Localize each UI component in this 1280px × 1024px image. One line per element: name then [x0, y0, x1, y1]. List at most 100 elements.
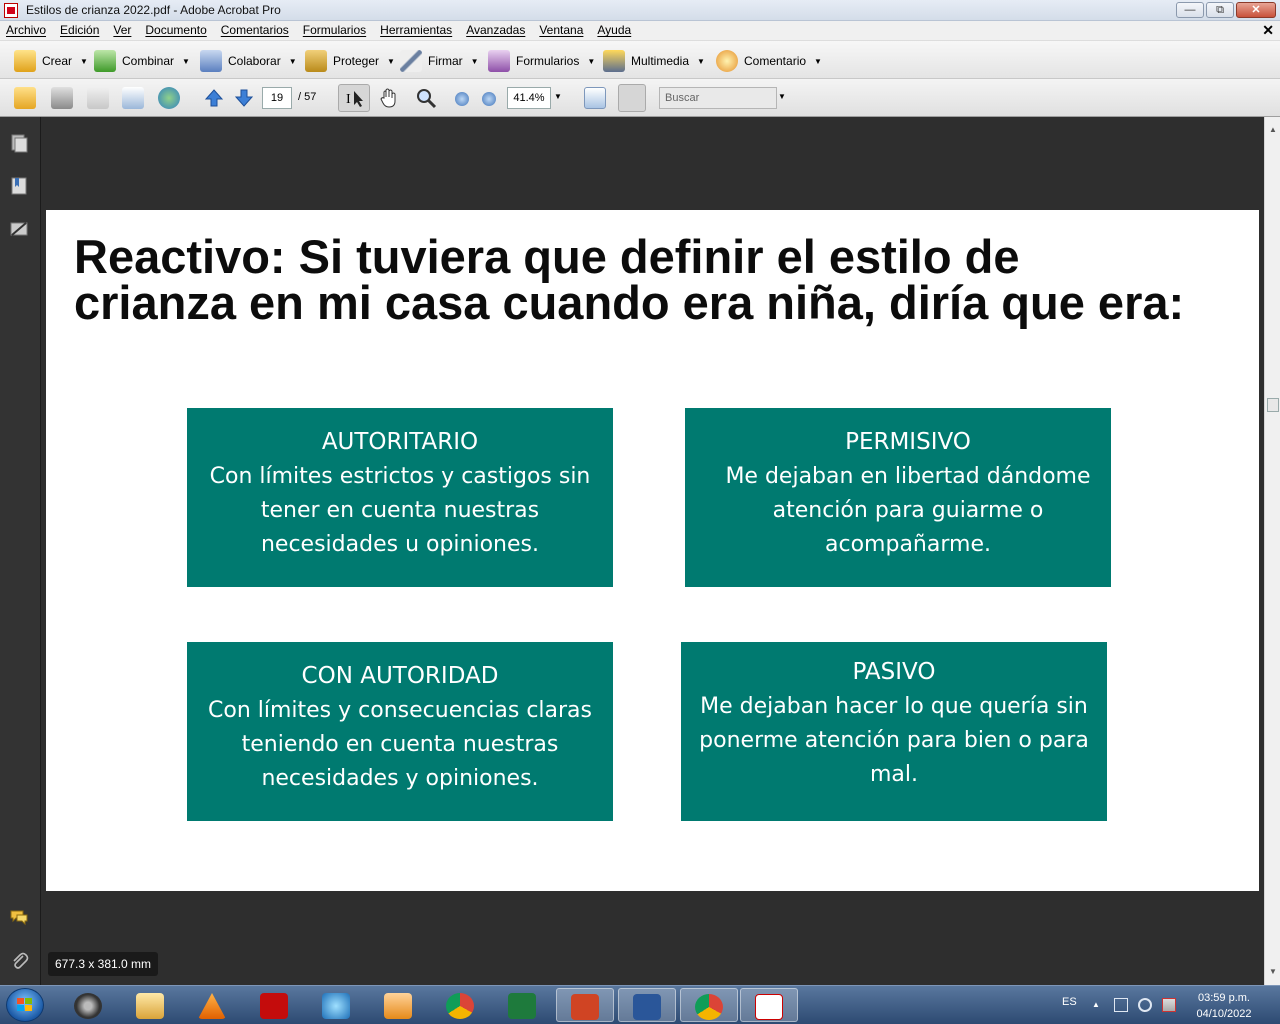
- bookmarks-icon[interactable]: [9, 176, 29, 196]
- crear-button[interactable]: Crear ▼: [14, 50, 88, 72]
- fit-page-icon[interactable]: [618, 84, 646, 112]
- open-folder-icon[interactable]: [14, 87, 36, 109]
- taskbar-app-burner[interactable]: [60, 988, 118, 1022]
- card-title: CON AUTORIDAD: [301, 663, 499, 689]
- zoom-out-icon[interactable]: [455, 92, 469, 106]
- excel-icon: [508, 993, 536, 1019]
- video-player-icon: [384, 993, 412, 1019]
- colaborar-button[interactable]: Colaborar ▼: [200, 50, 297, 72]
- email-icon[interactable]: [122, 87, 144, 109]
- card-description: Me dejaban hacer lo que quería sin poner…: [699, 694, 1089, 787]
- vertical-scrollbar[interactable]: ▲ ▼: [1264, 117, 1280, 985]
- adobe-reader-icon: [260, 993, 288, 1019]
- taskbar-app-explorer[interactable]: [122, 988, 180, 1022]
- web-capture-icon[interactable]: [158, 87, 180, 109]
- pen-sign-icon: [400, 50, 422, 72]
- signatures-icon[interactable]: [9, 219, 29, 239]
- comments-icon[interactable]: [9, 907, 29, 927]
- taskbar-app-word[interactable]: [618, 988, 676, 1022]
- zoom-marquee-icon[interactable]: [415, 87, 437, 109]
- navigation-panel: [0, 117, 41, 985]
- folder-icon: [136, 993, 164, 1019]
- print-icon[interactable]: [51, 87, 73, 109]
- firmar-label: Firmar: [428, 54, 463, 68]
- taskbar-app-chrome-windows[interactable]: [680, 988, 738, 1022]
- zoom-dropdown-icon[interactable]: ▼: [554, 92, 562, 101]
- restore-button[interactable]: ⧉: [1206, 2, 1234, 18]
- comment-icon: [716, 50, 738, 72]
- menu-comentarios[interactable]: Comentarios: [221, 23, 289, 37]
- menu-bar: Archivo Edición Ver Documento Comentario…: [0, 21, 1280, 41]
- option-card-permisivo: PERMISIVO Me dejaban en libertad dándome…: [685, 408, 1111, 587]
- menu-documento[interactable]: Documento: [145, 23, 206, 37]
- firmar-button[interactable]: Firmar ▼: [400, 50, 479, 72]
- menu-avanzadas[interactable]: Avanzadas: [466, 23, 525, 37]
- hand-tool-icon[interactable]: [378, 87, 400, 109]
- chrome-icon: [446, 993, 474, 1019]
- action-center-icon[interactable]: [1162, 998, 1176, 1012]
- taskbar-app-vlc[interactable]: [184, 988, 242, 1022]
- volume-icon[interactable]: [1138, 998, 1152, 1012]
- colaborar-label: Colaborar: [228, 54, 281, 68]
- show-hidden-icons-icon[interactable]: ▲: [1092, 998, 1106, 1012]
- powerpoint-icon: [571, 994, 599, 1020]
- close-icon: ✕: [1251, 4, 1261, 16]
- dropdown-arrow-icon: ▼: [470, 56, 479, 66]
- page-thumbnails-icon[interactable]: [9, 133, 29, 153]
- menu-herramientas[interactable]: Herramientas: [380, 23, 452, 37]
- proteger-button[interactable]: Proteger ▼: [305, 50, 395, 72]
- attachments-icon[interactable]: [9, 950, 29, 970]
- formularios-button[interactable]: Formularios ▼: [488, 50, 595, 72]
- pdf-page: Reactivo: Si tuviera que definir el esti…: [46, 210, 1259, 891]
- select-tool-icon[interactable]: I: [338, 84, 370, 112]
- taskbar-app-acrobat-reader[interactable]: [246, 988, 304, 1022]
- taskbar-app-media[interactable]: [308, 988, 366, 1022]
- zoom-level-input[interactable]: 41.4%: [507, 87, 551, 109]
- scroll-down-icon[interactable]: ▼: [1267, 967, 1279, 981]
- previous-page-icon[interactable]: [203, 87, 225, 109]
- scroll-thumb[interactable]: [1267, 398, 1279, 412]
- dropdown-arrow-icon: ▼: [288, 56, 297, 66]
- next-page-icon[interactable]: [233, 87, 255, 109]
- svg-text:I: I: [346, 92, 351, 107]
- combinar-button[interactable]: Combinar ▼: [94, 50, 190, 72]
- zoom-in-icon[interactable]: [482, 92, 496, 106]
- minimize-button[interactable]: —: [1176, 2, 1204, 18]
- system-clock[interactable]: 03:59 p.m. 04/10/2022: [1187, 990, 1261, 1022]
- save-icon[interactable]: [87, 87, 109, 109]
- taskbar-app-video[interactable]: [370, 988, 428, 1022]
- taskbar-app-excel[interactable]: [494, 988, 552, 1022]
- network-icon[interactable]: [1114, 998, 1128, 1012]
- title-bar: Estilos de crianza 2022.pdf - Adobe Acro…: [0, 0, 1280, 21]
- menu-ver[interactable]: Ver: [113, 23, 131, 37]
- menu-archivo[interactable]: Archivo: [6, 23, 46, 37]
- menu-edicion[interactable]: Edición: [60, 23, 99, 37]
- card-description: Con límites estrictos y castigos sin ten…: [209, 464, 591, 557]
- forms-icon: [488, 50, 510, 72]
- formularios-label: Formularios: [516, 54, 580, 68]
- language-indicator[interactable]: ES: [1062, 996, 1077, 1008]
- multimedia-button[interactable]: Multimedia ▼: [603, 50, 705, 72]
- minimize-icon: —: [1184, 4, 1196, 16]
- comentario-button[interactable]: Comentario ▼: [716, 50, 822, 72]
- close-button[interactable]: ✕: [1236, 2, 1276, 18]
- taskbar-app-powerpoint[interactable]: [556, 988, 614, 1022]
- taskbar-app-acrobat-pro[interactable]: [740, 988, 798, 1022]
- menu-ventana[interactable]: Ventana: [539, 23, 583, 37]
- dropdown-arrow-icon: ▼: [182, 56, 190, 66]
- page-number-input[interactable]: 19: [262, 87, 292, 109]
- menu-ayuda[interactable]: Ayuda: [597, 23, 631, 37]
- menu-formularios[interactable]: Formularios: [303, 23, 366, 37]
- search-dropdown-icon[interactable]: ▼: [778, 92, 786, 101]
- fit-width-icon[interactable]: [584, 87, 606, 109]
- clock-time: 03:59 p.m.: [1198, 992, 1250, 1004]
- search-input[interactable]: Buscar: [659, 87, 777, 109]
- combine-icon: [94, 50, 116, 72]
- windows-taskbar: ES ▲ 03:59 p.m. 04/10/2022: [0, 985, 1280, 1024]
- scroll-up-icon[interactable]: ▲: [1267, 125, 1279, 139]
- proteger-label: Proteger: [333, 54, 380, 68]
- acrobat-app-icon: [4, 3, 18, 18]
- start-button[interactable]: [6, 988, 44, 1022]
- taskbar-app-chrome[interactable]: [432, 988, 490, 1022]
- close-document-icon[interactable]: ✕: [1262, 22, 1274, 39]
